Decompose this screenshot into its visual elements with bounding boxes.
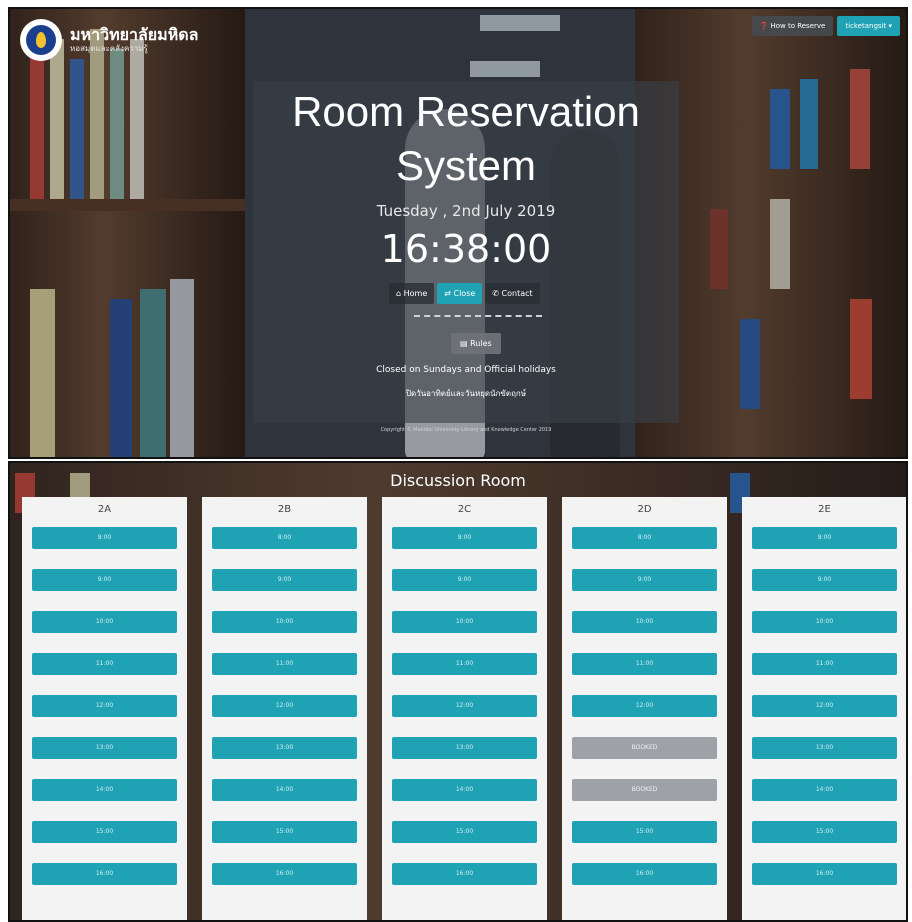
time-slot[interactable]: 14:00 — [212, 779, 357, 801]
time-slot[interactable]: 9:00 — [32, 569, 177, 591]
room-name: 2B — [277, 504, 292, 515]
time-slot[interactable]: 15:00 — [572, 821, 717, 843]
time-slot[interactable]: 8:00 — [752, 527, 897, 549]
time-slot[interactable]: 8:00 — [572, 527, 717, 549]
time-slot[interactable]: 16:00 — [752, 863, 897, 885]
book-icon: ▤ — [460, 339, 468, 348]
home-icon: ⌂ — [396, 289, 402, 298]
time-slot[interactable]: 15:00 — [32, 821, 177, 843]
time-slot[interactable]: 9:00 — [752, 569, 897, 591]
room-name: 2D — [637, 504, 652, 515]
copyright: Copyright © Mahidol University Library a… — [380, 427, 552, 433]
section-title: Discussion Room — [390, 471, 526, 490]
time-slot[interactable]: 16:00 — [32, 863, 177, 885]
university-subtitle: หอสมุดและคลังความรู้ — [70, 44, 148, 53]
time-slot[interactable]: 13:00 — [212, 737, 357, 759]
university-logo — [20, 19, 62, 61]
room-column: 2D 8:00 9:00 10:00 11:00 12:00 BOOKED BO… — [562, 497, 727, 920]
time-slot[interactable]: 8:00 — [392, 527, 537, 549]
drop-icon — [36, 32, 46, 48]
rules-button[interactable]: ▤ Rules — [451, 333, 501, 354]
closed-notice: Closed on Sundays and Official holidays — [376, 365, 556, 375]
university-logo-block[interactable]: มหาวิทยาลัยมหิดล หอสมุดและคลังความรู้ — [20, 19, 198, 61]
question-icon: ❓ — [759, 22, 769, 30]
time-slot[interactable]: 13:00 — [392, 737, 537, 759]
booked-slot: BOOKED — [572, 779, 717, 801]
room-column: 2B 8:00 9:00 10:00 11:00 12:00 13:00 14:… — [202, 497, 367, 920]
top-right-buttons: ❓ How to Reserve ticketangsit ▾ — [751, 16, 900, 36]
time-slot[interactable]: 15:00 — [392, 821, 537, 843]
time-slot[interactable]: 16:00 — [392, 863, 537, 885]
time-slot[interactable]: 8:00 — [32, 527, 177, 549]
rules-label: Rules — [470, 339, 492, 348]
time-slot[interactable]: 13:00 — [32, 737, 177, 759]
time-slot[interactable]: 15:00 — [212, 821, 357, 843]
swap-icon: ⇄ — [444, 289, 451, 298]
time-slot[interactable]: 8:00 — [212, 527, 357, 549]
current-date: Tuesday , 2nd July 2019 — [376, 202, 556, 220]
room-column: 2C 8:00 9:00 10:00 11:00 12:00 13:00 14:… — [382, 497, 547, 920]
contact-label: Contact — [501, 289, 533, 298]
time-slot[interactable]: 12:00 — [572, 695, 717, 717]
time-slot[interactable]: 9:00 — [392, 569, 537, 591]
room-column: 2A 8:00 9:00 10:00 11:00 12:00 13:00 14:… — [22, 497, 187, 920]
time-slot[interactable]: 14:00 — [752, 779, 897, 801]
close-button[interactable]: ⇄ Close — [437, 283, 483, 304]
close-label: Close — [453, 289, 476, 298]
closed-notice-thai: ปิดวันอาทิตย์และวันหยุดนักขัตฤกษ์ — [405, 389, 527, 398]
time-slot[interactable]: 12:00 — [32, 695, 177, 717]
home-button[interactable]: ⌂ Home — [389, 283, 435, 304]
time-slot[interactable]: 11:00 — [572, 653, 717, 675]
time-slot[interactable]: 10:00 — [32, 611, 177, 633]
how-to-reserve-label: How to Reserve — [770, 22, 826, 30]
user-label: ticketangsit — [845, 22, 887, 30]
header-hero-panel: มหาวิทยาลัยมหิดล หอสมุดและคลังความรู้ ❓ … — [8, 7, 908, 459]
time-slot[interactable]: 10:00 — [212, 611, 357, 633]
time-slot[interactable]: 16:00 — [212, 863, 357, 885]
room-name: 2E — [818, 504, 831, 515]
contact-button[interactable]: ✆ Contact — [485, 283, 540, 304]
time-slot[interactable]: 14:00 — [32, 779, 177, 801]
hero-nav: ⌂ Home ⇄ Close ✆ Contact — [389, 283, 540, 304]
time-slot[interactable]: 13:00 — [752, 737, 897, 759]
divider — [414, 315, 542, 317]
user-menu-button[interactable]: ticketangsit ▾ — [837, 16, 900, 36]
time-slot[interactable]: 11:00 — [212, 653, 357, 675]
room-name: 2A — [97, 504, 112, 515]
time-slot[interactable]: 15:00 — [752, 821, 897, 843]
time-slot[interactable]: 11:00 — [392, 653, 537, 675]
time-slot[interactable]: 10:00 — [752, 611, 897, 633]
room-name: 2C — [457, 504, 472, 515]
booked-slot: BOOKED — [572, 737, 717, 759]
university-name: มหาวิทยาลัยมหิดล — [70, 25, 199, 44]
time-slot[interactable]: 11:00 — [32, 653, 177, 675]
discussion-room-panel: Discussion Room 2A 8:00 9:00 10:00 11:00… — [8, 461, 908, 922]
current-time: 16:38:00 — [380, 227, 552, 271]
time-slot[interactable]: 14:00 — [392, 779, 537, 801]
home-label: Home — [403, 289, 428, 298]
time-slot[interactable]: 9:00 — [572, 569, 717, 591]
time-slot[interactable]: 12:00 — [752, 695, 897, 717]
time-slot[interactable]: 16:00 — [572, 863, 717, 885]
time-slot[interactable]: 12:00 — [392, 695, 537, 717]
how-to-reserve-button[interactable]: ❓ How to Reserve — [751, 16, 834, 36]
time-slot[interactable]: 11:00 — [752, 653, 897, 675]
time-slot[interactable]: 9:00 — [212, 569, 357, 591]
caret-down-icon: ▾ — [888, 22, 892, 30]
room-column: 2E 8:00 9:00 10:00 11:00 12:00 13:00 14:… — [742, 497, 906, 920]
time-slot[interactable]: 10:00 — [572, 611, 717, 633]
logo-emblem-icon — [26, 25, 56, 55]
page-title: Room Reservation System — [292, 88, 640, 189]
time-slot[interactable]: 10:00 — [392, 611, 537, 633]
phone-icon: ✆ — [492, 289, 499, 298]
time-slot[interactable]: 12:00 — [212, 695, 357, 717]
